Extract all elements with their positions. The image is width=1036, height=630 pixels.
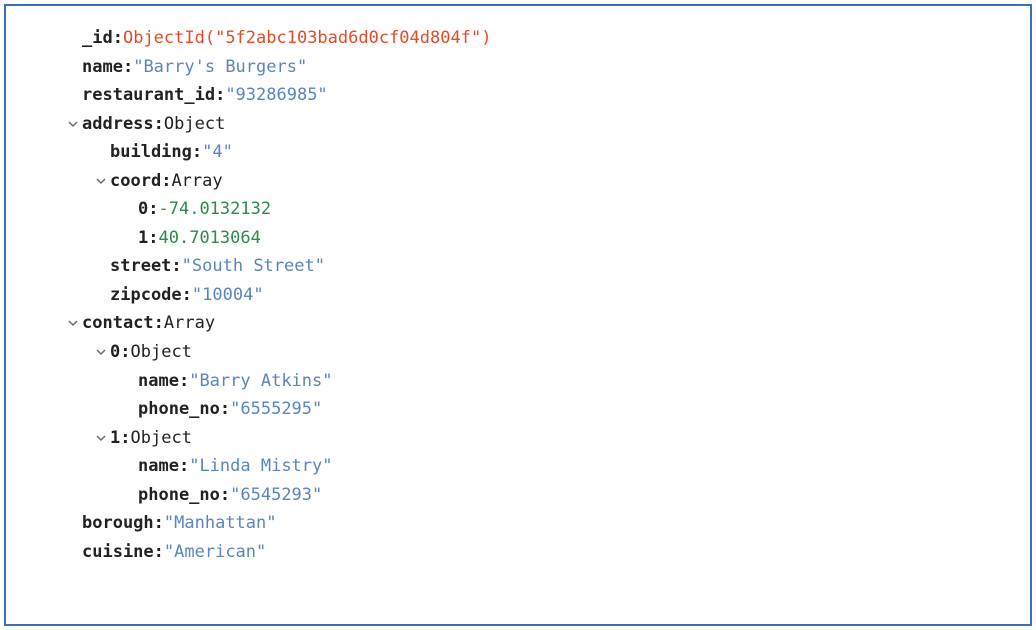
- field-value-type: Array: [171, 167, 222, 196]
- field-row-contact-0: 0: Object: [26, 338, 1010, 367]
- field-row-contact-1-phone: phone_no: "6545293": [26, 481, 1010, 510]
- chevron-down-icon[interactable]: [96, 170, 110, 192]
- field-row-restaurant-id: restaurant_id: "93286985": [26, 81, 1010, 110]
- field-value-number[interactable]: -74.0132132: [159, 195, 272, 224]
- field-value-string[interactable]: "4": [202, 138, 233, 167]
- field-value-objectid[interactable]: ObjectId("5f2abc103bad6d0cf04d804f"): [123, 24, 491, 53]
- chevron-down-icon[interactable]: [96, 341, 110, 363]
- field-value-type: Array: [164, 309, 215, 338]
- field-key: name: [138, 452, 179, 481]
- field-value-string[interactable]: "Barry's Burgers": [133, 53, 307, 82]
- field-key: 1: [110, 424, 120, 453]
- field-key: phone_no: [138, 481, 220, 510]
- chevron-down-icon[interactable]: [68, 113, 82, 135]
- field-row-id: _id: ObjectId("5f2abc103bad6d0cf04d804f"…: [26, 24, 1010, 53]
- field-key: street: [110, 252, 171, 281]
- field-row-address: address: Object: [26, 110, 1010, 139]
- field-value-string[interactable]: "10004": [192, 281, 264, 310]
- field-key: contact: [82, 309, 154, 338]
- chevron-down-icon[interactable]: [96, 427, 110, 449]
- field-key: phone_no: [138, 395, 220, 424]
- field-value-number[interactable]: 40.7013064: [159, 224, 261, 253]
- field-key: 0: [138, 195, 148, 224]
- field-row-building: building: "4": [26, 138, 1010, 167]
- field-value-string[interactable]: "93286985": [225, 81, 327, 110]
- field-value-type: Object: [164, 110, 225, 139]
- field-key: coord: [110, 167, 161, 196]
- field-value-type: Object: [131, 424, 192, 453]
- field-row-coord-1: 1: 40.7013064: [26, 224, 1010, 253]
- field-key: 0: [110, 338, 120, 367]
- field-row-coord: coord: Array: [26, 167, 1010, 196]
- field-row-street: street: "South Street": [26, 252, 1010, 281]
- field-key: name: [82, 53, 123, 82]
- field-value-string[interactable]: "Manhattan": [164, 509, 277, 538]
- field-row-contact-1: 1: Object: [26, 424, 1010, 453]
- field-row-borough: borough: "Manhattan": [26, 509, 1010, 538]
- field-key: building: [110, 138, 192, 167]
- field-key: cuisine: [82, 538, 154, 567]
- field-row-contact-1-name: name: "Linda Mistry": [26, 452, 1010, 481]
- field-row-contact-0-phone: phone_no: "6555295": [26, 395, 1010, 424]
- field-row-contact-0-name: name: "Barry Atkins": [26, 367, 1010, 396]
- field-value-string[interactable]: "South Street": [182, 252, 325, 281]
- field-value-string[interactable]: "6545293": [230, 481, 322, 510]
- field-key: zipcode: [110, 281, 182, 310]
- field-key: restaurant_id: [82, 81, 215, 110]
- document-viewer: _id: ObjectId("5f2abc103bad6d0cf04d804f"…: [4, 4, 1032, 626]
- field-key: name: [138, 367, 179, 396]
- field-row-cuisine: cuisine: "American": [26, 538, 1010, 567]
- chevron-down-icon[interactable]: [68, 313, 82, 335]
- field-value-string[interactable]: "Linda Mistry": [189, 452, 332, 481]
- field-key: borough: [82, 509, 154, 538]
- field-row-name: name: "Barry's Burgers": [26, 53, 1010, 82]
- field-row-contact: contact: Array: [26, 309, 1010, 338]
- field-row-coord-0: 0: -74.0132132: [26, 195, 1010, 224]
- field-value-type: Object: [131, 338, 192, 367]
- field-value-string[interactable]: "6555295": [230, 395, 322, 424]
- field-key: 1: [138, 224, 148, 253]
- field-key: address: [82, 110, 154, 139]
- field-value-string[interactable]: "American": [164, 538, 266, 567]
- field-value-string[interactable]: "Barry Atkins": [189, 367, 332, 396]
- field-key: _id: [82, 24, 113, 53]
- field-row-zipcode: zipcode: "10004": [26, 281, 1010, 310]
